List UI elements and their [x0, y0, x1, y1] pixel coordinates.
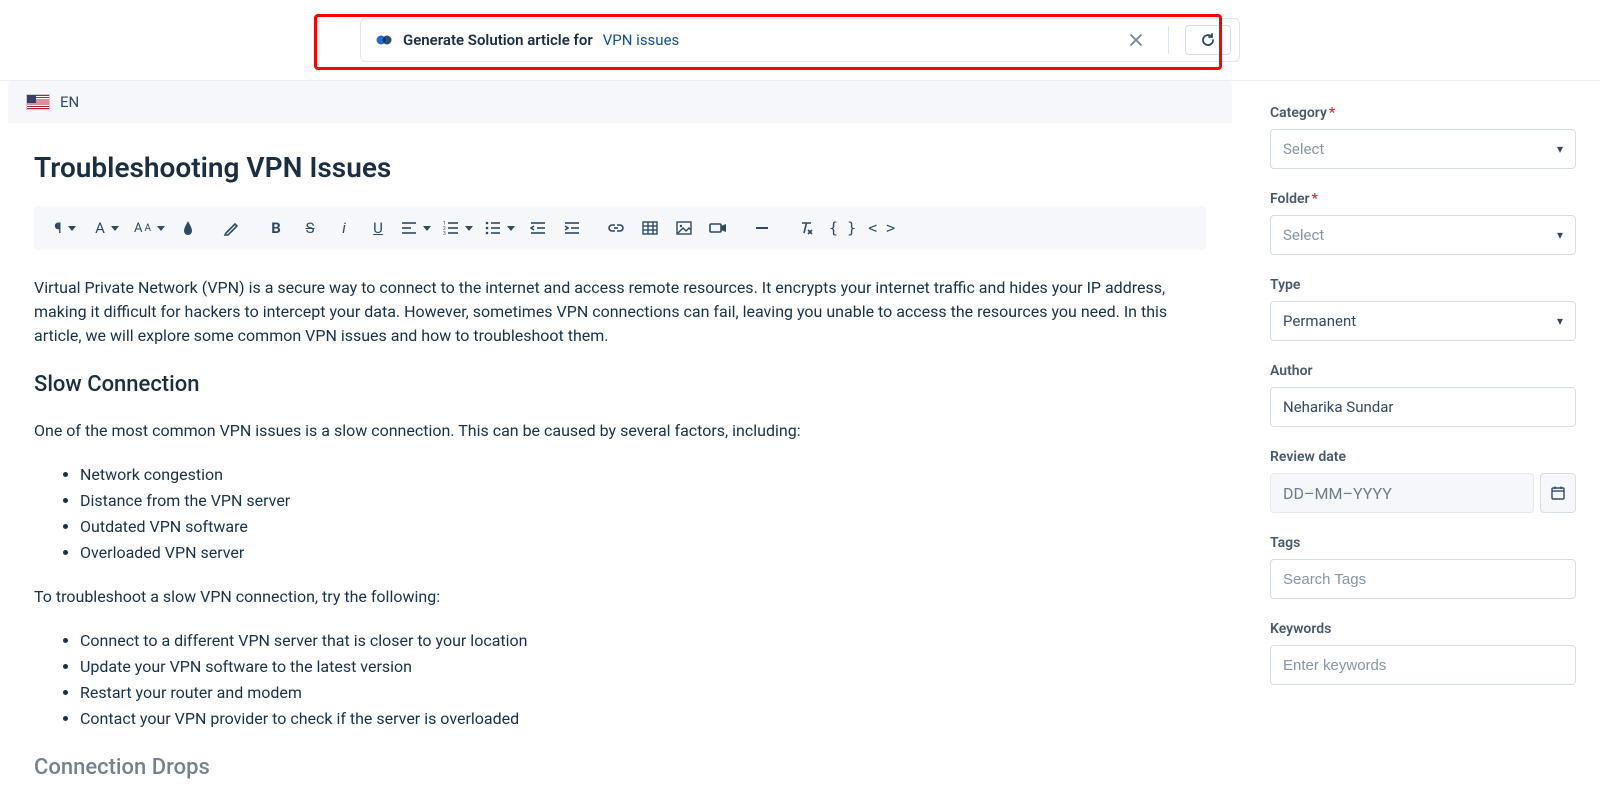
indent-button[interactable] — [555, 212, 589, 244]
folder-label: Folder* — [1270, 191, 1576, 207]
article-intro: Virtual Private Network (VPN) is a secur… — [34, 276, 1206, 348]
bold-button[interactable]: B — [259, 212, 293, 244]
section-text: To troubleshoot a slow VPN connection, t… — [34, 585, 1206, 609]
tags-input[interactable] — [1270, 559, 1576, 599]
select-value: Neharika Sundar — [1283, 398, 1393, 416]
strikethrough-button[interactable]: S — [293, 212, 327, 244]
date-placeholder: DD–MM–YYYY — [1283, 484, 1392, 503]
regenerate-button[interactable] — [1185, 25, 1231, 55]
horizontal-rule-button[interactable] — [745, 212, 779, 244]
language-code: EN — [60, 93, 79, 111]
clear-format-button[interactable] — [789, 212, 823, 244]
type-select[interactable]: Permanent ▾ — [1270, 301, 1576, 341]
list-item: Connect to a different VPN server that i… — [80, 629, 1206, 653]
language-selector[interactable]: EN — [8, 81, 1232, 123]
author-label: Author — [1270, 363, 1576, 379]
fixes-list: Connect to a different VPN server that i… — [64, 629, 1206, 731]
ai-bar-topic: VPN issues — [603, 31, 680, 49]
select-value: Select — [1283, 140, 1324, 158]
ai-generate-bar[interactable]: Generate Solution article for VPN issues — [360, 18, 1240, 62]
list-item: Network congestion — [80, 463, 1206, 487]
properties-panel: Category* Select ▾ Folder* Select ▾ Type… — [1240, 81, 1600, 806]
font-size-button[interactable]: AA — [128, 212, 171, 244]
ai-bar-label: Generate Solution article for — [403, 31, 593, 49]
link-button[interactable] — [599, 212, 633, 244]
folder-select[interactable]: Select ▾ — [1270, 215, 1576, 255]
underline-button[interactable]: U — [361, 212, 395, 244]
author-select[interactable]: Neharika Sundar — [1270, 387, 1576, 427]
outdent-button[interactable] — [521, 212, 555, 244]
ai-sparkle-icon — [375, 31, 393, 49]
table-button[interactable] — [633, 212, 667, 244]
divider — [1168, 26, 1169, 54]
causes-list: Network congestion Distance from the VPN… — [64, 463, 1206, 565]
text-color-button[interactable] — [171, 212, 205, 244]
editor-pane: EN Troubleshooting VPN Issues ¶ A AA B S… — [8, 81, 1232, 806]
chevron-down-icon: ▾ — [1557, 142, 1563, 156]
category-select[interactable]: Select ▾ — [1270, 129, 1576, 169]
chevron-down-icon: ▾ — [1557, 228, 1563, 242]
review-date-input[interactable]: DD–MM–YYYY — [1270, 473, 1534, 513]
align-button[interactable] — [395, 212, 437, 244]
article-title[interactable]: Troubleshooting VPN Issues — [8, 123, 1232, 206]
svg-text:3: 3 — [443, 231, 446, 235]
font-family-button[interactable]: A — [86, 212, 128, 244]
editor-toolbar: ¶ A AA B S i U 123 — [34, 206, 1206, 250]
section-heading: Slow Connection — [34, 368, 1206, 401]
chevron-down-icon: ▾ — [1557, 314, 1563, 328]
type-label: Type — [1270, 277, 1576, 293]
ordered-list-button[interactable]: 123 — [437, 212, 479, 244]
code-block-button[interactable]: { } — [823, 212, 862, 244]
flag-us-icon — [26, 94, 50, 110]
list-item: Restart your router and modem — [80, 681, 1206, 705]
paragraph-format-button[interactable]: ¶ — [44, 212, 86, 244]
highlight-button[interactable] — [215, 212, 249, 244]
video-button[interactable] — [701, 212, 735, 244]
article-body[interactable]: Virtual Private Network (VPN) is a secur… — [8, 250, 1232, 806]
keywords-input[interactable] — [1270, 645, 1576, 685]
select-value: Select — [1283, 226, 1324, 244]
italic-button[interactable]: i — [327, 212, 361, 244]
image-button[interactable] — [667, 212, 701, 244]
section-heading: Connection Drops — [34, 751, 1206, 784]
unordered-list-button[interactable] — [479, 212, 521, 244]
select-value: Permanent — [1283, 312, 1356, 330]
list-item: Update your VPN software to the latest v… — [80, 655, 1206, 679]
close-icon[interactable] — [1120, 24, 1152, 56]
keywords-label: Keywords — [1270, 621, 1576, 637]
section-text: One of the most common VPN issues is a s… — [34, 419, 1206, 443]
list-item: Distance from the VPN server — [80, 489, 1206, 513]
category-label: Category* — [1270, 105, 1576, 121]
list-item: Outdated VPN software — [80, 515, 1206, 539]
list-item: Overloaded VPN server — [80, 541, 1206, 565]
calendar-icon[interactable] — [1540, 473, 1576, 513]
code-view-button[interactable]: < > — [862, 212, 901, 244]
list-item: Contact your VPN provider to check if th… — [80, 707, 1206, 731]
tags-label: Tags — [1270, 535, 1576, 551]
review-date-label: Review date — [1270, 449, 1576, 465]
